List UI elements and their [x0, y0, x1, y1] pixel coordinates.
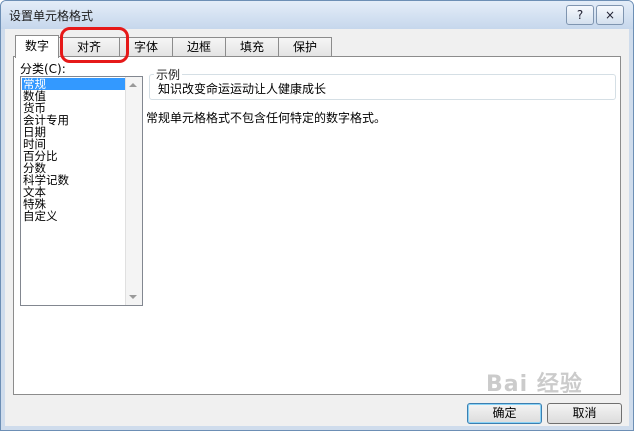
category-list: 常规 数值 货币 会计专用 日期 时间 百分比 分数 科学记数 文本 特殊 自定… — [22, 78, 125, 222]
list-item[interactable]: 自定义 — [22, 210, 125, 222]
help-button[interactable]: ? — [566, 5, 594, 25]
ok-button[interactable]: 确定 — [467, 403, 542, 424]
format-description: 常规单元格格式不包含任何特定的数字格式。 — [146, 111, 387, 125]
cancel-button[interactable]: 取消 — [547, 403, 622, 424]
close-button[interactable]: × — [596, 5, 624, 25]
tab-protection[interactable]: 保护 — [278, 37, 332, 57]
tab-panel-number: 分类(C): 常规 数值 货币 会计专用 日期 时间 百分比 分数 科学记数 文… — [13, 56, 621, 395]
format-cells-dialog: 设置单元格格式 ? × 数字 对齐 字体 边框 填充 保护 分类(C): 常规 … — [0, 0, 634, 431]
title-bar[interactable]: 设置单元格格式 ? × — [1, 1, 633, 29]
annotation-circle — [60, 27, 129, 63]
scroll-up-icon[interactable] — [129, 83, 137, 87]
category-label: 分类(C): — [20, 62, 66, 76]
category-listbox[interactable]: 常规 数值 货币 会计专用 日期 时间 百分比 分数 科学记数 文本 特殊 自定… — [20, 76, 143, 306]
tab-fill[interactable]: 填充 — [225, 37, 279, 57]
tab-number[interactable]: 数字 — [15, 35, 59, 58]
sample-group: 示例 知识改变命运运动让人健康成长 — [149, 66, 616, 100]
sample-preview: 知识改变命运运动让人健康成长 — [158, 82, 327, 96]
dialog-title: 设置单元格格式 — [9, 9, 94, 23]
tab-border[interactable]: 边框 — [172, 37, 226, 57]
vertical-scrollbar[interactable] — [125, 77, 142, 305]
scroll-down-icon[interactable] — [129, 295, 137, 299]
watermark: Bai 经验 — [486, 372, 583, 397]
